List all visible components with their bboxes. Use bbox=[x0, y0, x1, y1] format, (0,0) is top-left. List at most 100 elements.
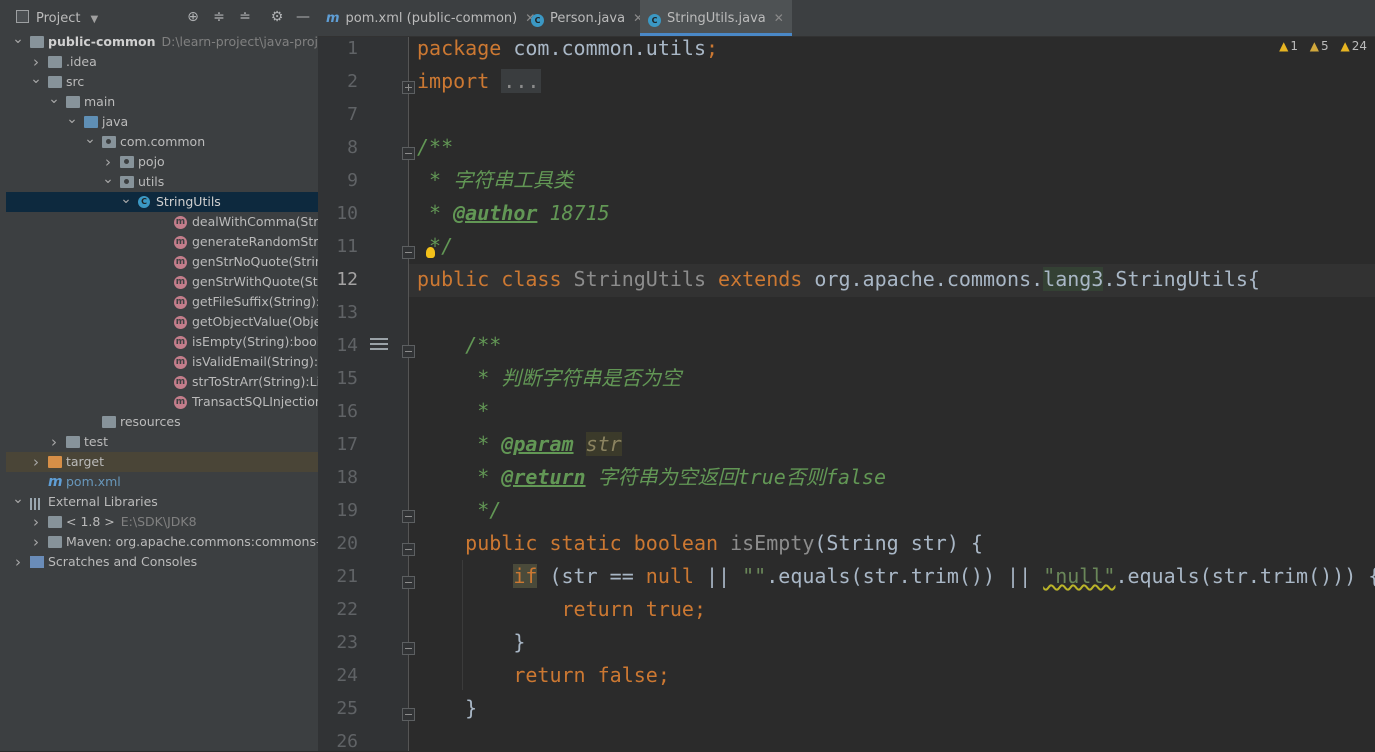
tree-item[interactable]: ⌄ main bbox=[6, 92, 318, 112]
code-line[interactable]: * @author 18715 bbox=[417, 197, 610, 230]
chevron-right-icon[interactable]: › bbox=[102, 152, 114, 172]
close-icon[interactable]: ✕ bbox=[774, 11, 784, 25]
tree-item[interactable]: › < 1.8 > E:\SDK\JDK8 bbox=[6, 512, 318, 532]
line-number[interactable]: 10 bbox=[318, 203, 358, 224]
tree-item[interactable]: › Scratches and Consoles bbox=[6, 552, 318, 572]
code-line[interactable]: /** bbox=[417, 329, 501, 362]
tree-item[interactable]: ⌄ utils bbox=[6, 172, 318, 192]
tree-item[interactable]: m getFileSuffix(String):String bbox=[6, 292, 318, 312]
chevron-right-icon[interactable]: › bbox=[48, 432, 60, 452]
tree-item[interactable]: m pom.xml bbox=[6, 472, 318, 492]
code-line[interactable]: * @param str bbox=[417, 428, 622, 461]
chevron-down-icon[interactable]: ⌄ bbox=[102, 172, 114, 186]
code-line[interactable]: return true; bbox=[417, 593, 707, 626]
project-view-selector[interactable]: Project ▼ bbox=[16, 10, 98, 26]
code-line[interactable]: public static boolean isEmpty(String str… bbox=[417, 527, 983, 560]
tab-pom-xml[interactable]: mpom.xml (public-common)✕ bbox=[326, 0, 535, 36]
code-line[interactable]: } bbox=[417, 692, 477, 725]
collapse-fold-icon[interactable] bbox=[402, 147, 415, 160]
chevron-right-icon[interactable]: › bbox=[30, 512, 42, 532]
code-line[interactable]: return false; bbox=[417, 659, 670, 692]
tree-item[interactable]: m isEmpty(String):boolean bbox=[6, 332, 318, 352]
tree-item[interactable]: ⌄ com.common bbox=[6, 132, 318, 152]
line-number[interactable]: 15 bbox=[318, 368, 358, 389]
line-number[interactable]: 11 bbox=[318, 236, 358, 257]
code-line[interactable]: if (str == null || "".equals(str.trim())… bbox=[417, 560, 1375, 593]
chevron-down-icon[interactable]: ⌄ bbox=[12, 492, 24, 506]
collapse-fold-icon[interactable] bbox=[402, 576, 415, 589]
line-number[interactable]: 2 bbox=[318, 71, 358, 92]
tree-item[interactable]: › .idea bbox=[6, 52, 318, 72]
tree-item[interactable]: m isValidEmail(String):boole bbox=[6, 352, 318, 372]
code-line[interactable]: public class StringUtils extends org.apa… bbox=[417, 263, 1260, 296]
line-number[interactable]: 12 bbox=[318, 269, 358, 290]
tree-item[interactable]: m TransactSQLInjection(Stri bbox=[6, 392, 318, 412]
line-number[interactable]: 17 bbox=[318, 434, 358, 455]
line-number[interactable]: 18 bbox=[318, 467, 358, 488]
tree-item[interactable]: m strToStrArr(String):List<In bbox=[6, 372, 318, 392]
chevron-right-icon[interactable]: › bbox=[30, 52, 42, 72]
collapse-fold-icon[interactable] bbox=[402, 246, 415, 259]
code-line[interactable]: * 判断字符串是否为空 bbox=[417, 362, 681, 395]
line-number[interactable]: 13 bbox=[318, 302, 358, 323]
chevron-right-icon[interactable]: › bbox=[30, 452, 42, 472]
code-line[interactable]: package com.common.utils; bbox=[417, 32, 718, 65]
tree-item[interactable]: › target bbox=[6, 452, 318, 472]
line-number[interactable]: 26 bbox=[318, 731, 358, 752]
code-line[interactable]: * 字符串工具类 bbox=[417, 164, 573, 197]
line-number[interactable]: 16 bbox=[318, 401, 358, 422]
hide-icon[interactable]: — bbox=[294, 8, 312, 26]
tree-item[interactable]: › Maven: org.apache.commons:commons-lar bbox=[6, 532, 318, 552]
line-number[interactable]: 24 bbox=[318, 665, 358, 686]
inspection-widget[interactable]: ▲ 1 ▲ 5 ▲ 24 bbox=[1271, 39, 1367, 53]
collapse-all-icon[interactable]: ≐ bbox=[236, 8, 254, 26]
expand-fold-icon[interactable] bbox=[402, 81, 415, 94]
chevron-down-icon[interactable]: ⌄ bbox=[48, 92, 60, 106]
tree-item[interactable]: ⌄ External Libraries bbox=[6, 492, 318, 512]
line-number[interactable]: 21 bbox=[318, 566, 358, 587]
line-number[interactable]: 23 bbox=[318, 632, 358, 653]
collapse-fold-icon[interactable] bbox=[402, 543, 415, 556]
code-line[interactable]: */ bbox=[417, 494, 501, 527]
tree-item[interactable]: ⌄ public-common D:\learn-project\java-proj… bbox=[6, 32, 318, 52]
tree-item[interactable]: › pojo bbox=[6, 152, 318, 172]
tree-item[interactable]: › test bbox=[6, 432, 318, 452]
code-line[interactable]: /** bbox=[417, 131, 453, 164]
line-number[interactable]: 9 bbox=[318, 170, 358, 191]
line-number[interactable]: 22 bbox=[318, 599, 358, 620]
render-doc-icon[interactable] bbox=[370, 338, 388, 354]
line-number[interactable]: 25 bbox=[318, 698, 358, 719]
warning-count-1[interactable]: ▲ 1 bbox=[1279, 39, 1298, 53]
collapse-fold-icon[interactable] bbox=[402, 708, 415, 721]
line-number[interactable]: 19 bbox=[318, 500, 358, 521]
tree-item[interactable]: m genStrWithQuote(String[ bbox=[6, 272, 318, 292]
line-number[interactable]: 1 bbox=[318, 38, 358, 59]
locate-icon[interactable]: ⊕ bbox=[184, 8, 202, 26]
tree-item[interactable]: m getObjectValue(Object):S bbox=[6, 312, 318, 332]
chevron-down-icon[interactable]: ⌄ bbox=[84, 132, 96, 146]
tab-person-java[interactable]: C Person.java ✕ bbox=[531, 0, 643, 36]
collapse-fold-icon[interactable] bbox=[402, 510, 415, 523]
line-number[interactable]: 8 bbox=[318, 137, 358, 158]
tree-item[interactable]: m dealWithComma(String):S bbox=[6, 212, 318, 232]
code-line[interactable]: import ... bbox=[417, 65, 542, 98]
weak-warning-count[interactable]: ▲ 24 bbox=[1340, 39, 1367, 53]
code-line[interactable]: * bbox=[417, 395, 489, 428]
chevron-down-icon[interactable]: ⌄ bbox=[30, 72, 42, 86]
tree-item[interactable]: ⌄ java bbox=[6, 112, 318, 132]
line-number[interactable]: 7 bbox=[318, 104, 358, 125]
chevron-down-icon[interactable]: ⌄ bbox=[66, 112, 78, 126]
code-line[interactable]: * @return 字符串为空返回true否则false bbox=[417, 461, 886, 494]
tree-item[interactable]: ⌄ src bbox=[6, 72, 318, 92]
code-editor[interactable]: 1 2 7 8 9 10 11 12 13 14 15 16 17 18 19 20 21 22 23 24 25 26 … bbox=[318, 36, 1375, 752]
collapse-fold-icon[interactable] bbox=[402, 642, 415, 655]
tree-item[interactable]: ⌄ C StringUtils bbox=[6, 192, 318, 212]
tree-item[interactable]: m genStrNoQuote(String[]) bbox=[6, 252, 318, 272]
chevron-right-icon[interactable]: › bbox=[30, 532, 42, 552]
code-line[interactable]: } bbox=[417, 626, 525, 659]
warning-count-2[interactable]: ▲ 5 bbox=[1310, 39, 1329, 53]
collapse-fold-icon[interactable] bbox=[402, 345, 415, 358]
chevron-right-icon[interactable]: › bbox=[12, 552, 24, 572]
line-number[interactable]: 14 bbox=[318, 335, 358, 356]
tree-item[interactable]: resources bbox=[6, 412, 318, 432]
